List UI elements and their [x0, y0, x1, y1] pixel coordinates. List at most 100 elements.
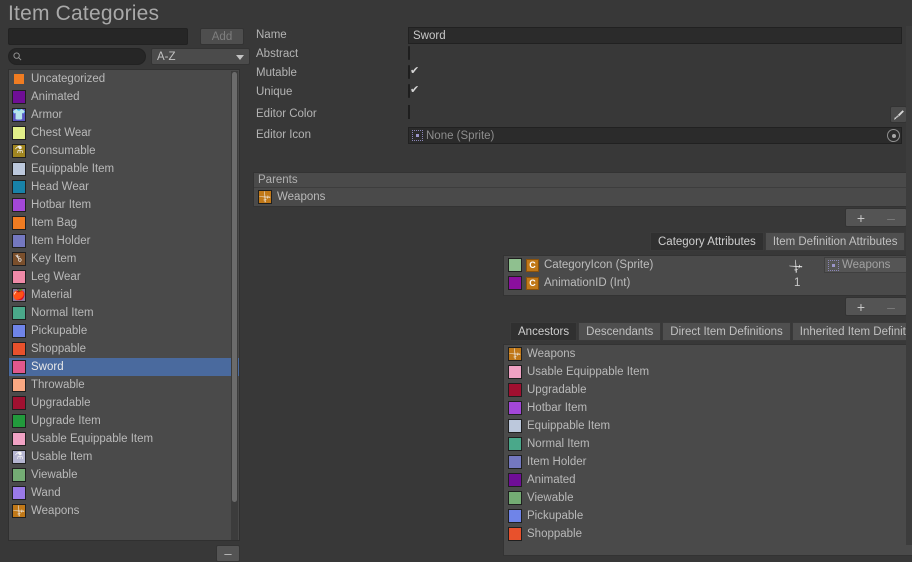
tab-category-attributes[interactable]: Category Attributes — [650, 232, 764, 251]
color-swatch-icon — [12, 342, 26, 356]
editor-color-swatch[interactable] — [408, 105, 410, 119]
category-list-item[interactable]: Head Wear — [9, 178, 239, 196]
category-list-item-label: Weapons — [31, 505, 80, 517]
category-list-item[interactable]: 👕 Armor — [9, 106, 239, 124]
attribute-tabbar[interactable]: Category Attributes Item Definition Attri… — [650, 232, 912, 251]
category-list-item[interactable]: Leg Wear — [9, 268, 239, 286]
sidebar-scrollbar[interactable] — [231, 71, 238, 540]
category-list-item[interactable]: ⚗ Consumable — [9, 142, 239, 160]
potion-sprite-icon: ⚗ — [12, 144, 26, 158]
tab-ancestors[interactable]: Ancestors — [510, 322, 578, 341]
attribute-color-swatch — [508, 276, 522, 290]
category-list-item[interactable]: Shoppable — [9, 340, 239, 358]
search-input[interactable] — [8, 48, 146, 65]
tab-direct-item-definitions[interactable]: Direct Item Definitions — [662, 322, 791, 341]
category-attribute-badge-icon: C — [526, 276, 539, 290]
ancestor-list-item[interactable]: Hotbar Item — [504, 399, 912, 417]
editor-icon-label: Editor Icon — [256, 129, 311, 141]
category-list-item[interactable]: Item Holder — [9, 232, 239, 250]
category-list-item[interactable]: Pickupable — [9, 322, 239, 340]
ancestor-list-item-label: Weapons — [527, 348, 576, 360]
attribute-object-field[interactable]: Weapons — [824, 257, 912, 273]
ancestor-list-item[interactable]: Shoppable — [504, 525, 912, 543]
key-sprite-icon: ⚷ — [12, 252, 26, 266]
category-list-item-label: Usable Item — [31, 451, 93, 463]
eyedropper-button[interactable] — [890, 106, 907, 123]
category-list-item[interactable]: Wand — [9, 484, 239, 502]
field-abstract: Abstract — [248, 45, 912, 64]
attribute-row[interactable]: C AnimationID (Int) 1 — [504, 274, 912, 292]
field-mutable: Mutable — [248, 64, 912, 83]
sort-order-dropdown[interactable]: A-Z — [151, 48, 250, 65]
detail-scrollbar[interactable] — [906, 26, 912, 545]
ancestor-list-item[interactable]: Equippable Item — [504, 417, 912, 435]
mutable-checkbox[interactable] — [408, 65, 410, 79]
unique-checkbox[interactable] — [408, 84, 410, 98]
attributes-rows[interactable]: C CategoryIcon (Sprite) ⚔ Weapons C Animation… — [504, 256, 912, 292]
category-list-item[interactable]: 🍎 Material — [9, 286, 239, 304]
remove-category-button[interactable]: – — [216, 545, 240, 562]
tab-item-definition-attributes[interactable]: Item Definition Attributes — [764, 232, 906, 251]
name-input[interactable] — [408, 27, 902, 44]
category-list-item-label: Consumable — [31, 145, 96, 157]
category-list-item[interactable]: Upgradable — [9, 394, 239, 412]
category-list-item[interactable]: Uncategorized — [9, 70, 239, 88]
category-list-item[interactable]: Normal Item — [9, 304, 239, 322]
color-swatch-icon — [12, 216, 26, 230]
attributes-add-button[interactable]: + — [846, 298, 876, 315]
ancestor-list-item[interactable]: Animated — [504, 471, 912, 489]
category-list-item[interactable]: ⚷ Key Item — [9, 250, 239, 268]
category-list-item-label: Throwable — [31, 379, 85, 391]
category-list-item[interactable]: Hotbar Item — [9, 196, 239, 214]
category-list-item[interactable]: ⚗ Usable Item — [9, 448, 239, 466]
category-list-item[interactable]: Item Bag — [9, 214, 239, 232]
category-list[interactable]: Uncategorized Animated 👕 Armor Chest Wear ⚗ Co… — [8, 69, 240, 541]
editor-icon-object-field[interactable]: None (Sprite) — [408, 127, 902, 144]
tab-label: Inherited Item Definitions — [799, 325, 912, 338]
ancestor-list-item[interactable]: Item Holder — [504, 453, 912, 471]
parents-add-button[interactable]: + — [846, 209, 876, 226]
category-list-item[interactable]: Chest Wear — [9, 124, 239, 142]
attribute-name: AnimationID (Int) — [544, 277, 631, 289]
ancestor-list-item[interactable]: Normal Item — [504, 435, 912, 453]
category-list-item[interactable]: Upgrade Item — [9, 412, 239, 430]
category-list-item[interactable]: ⚔ Weapons — [9, 502, 239, 520]
relation-tabbar[interactable]: Ancestors Descendants Direct Item Definiti… — [510, 322, 912, 341]
category-list-item-label: Item Holder — [31, 235, 91, 247]
ancestor-list-item[interactable]: Pickupable — [504, 507, 912, 525]
ancestor-list-item[interactable]: Viewable — [504, 489, 912, 507]
category-list-item[interactable]: Usable Equippable Item — [9, 430, 239, 448]
color-swatch-icon — [508, 419, 522, 433]
category-list-item[interactable]: Viewable — [9, 466, 239, 484]
attribute-int-value[interactable]: 1 — [794, 277, 800, 289]
new-category-name-input[interactable] — [8, 28, 188, 45]
tab-descendants[interactable]: Descendants — [578, 322, 662, 341]
add-button-label: Add — [211, 30, 233, 43]
ancestor-list-item[interactable]: Upgradable — [504, 381, 912, 399]
color-swatch-icon — [508, 437, 522, 451]
sword-sprite-icon: ⚔ — [785, 256, 806, 277]
ancestor-list-item[interactable]: Usable Equippable Item — [504, 363, 912, 381]
attribute-row[interactable]: C CategoryIcon (Sprite) ⚔ Weapons — [504, 256, 912, 277]
add-category-button[interactable]: Add — [200, 28, 244, 45]
editor-color-control — [408, 105, 410, 119]
category-list-item[interactable]: Sword — [9, 358, 239, 376]
sidebar-scrollbar-thumb[interactable] — [232, 72, 237, 502]
attributes-remove-button[interactable]: – — [876, 298, 906, 315]
parent-list-item[interactable]: ⚔ Weapons — [254, 188, 906, 206]
ancestor-list-item-label: Viewable — [527, 492, 574, 504]
color-swatch-icon — [12, 234, 26, 248]
object-picker-icon[interactable] — [887, 129, 900, 142]
category-list-item[interactable]: Throwable — [9, 376, 239, 394]
ancestors-list[interactable]: ⚔ Weapons Usable Equippable Item Upgradable… — [503, 344, 912, 556]
category-list-item-label: Leg Wear — [31, 271, 81, 283]
category-list-item[interactable]: Equippable Item — [9, 160, 239, 178]
abstract-checkbox[interactable] — [408, 46, 410, 60]
ancestor-list-item-label: Hotbar Item — [527, 402, 588, 414]
category-list-item[interactable]: Animated — [9, 88, 239, 106]
ancestor-list-item[interactable]: ⚔ Weapons — [504, 345, 912, 363]
tab-inherited-item-definitions[interactable]: Inherited Item Definitions — [791, 322, 912, 341]
parents-add-remove-buttons: + – — [845, 208, 907, 227]
parents-rows[interactable]: ⚔ Weapons — [254, 188, 906, 206]
parents-remove-button[interactable]: – — [876, 209, 906, 226]
